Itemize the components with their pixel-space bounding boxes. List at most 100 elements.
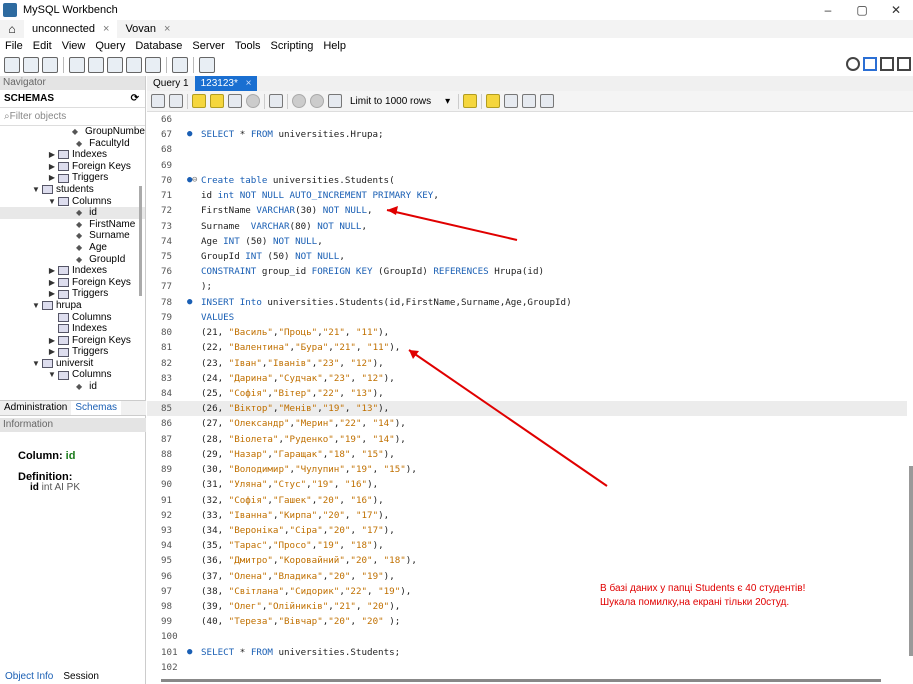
tab-close-icon[interactable]: × bbox=[103, 23, 109, 35]
tab-close-icon[interactable]: × bbox=[164, 23, 170, 35]
toggle-sidebar-icon[interactable] bbox=[863, 57, 877, 71]
expand-toggle-icon[interactable]: ▼ bbox=[48, 369, 56, 381]
tree-item[interactable]: ▶ Triggers bbox=[0, 172, 145, 184]
home-icon[interactable]: ⌂ bbox=[0, 20, 24, 38]
tree-item[interactable]: ▼ students bbox=[0, 184, 145, 196]
menu-view[interactable]: View bbox=[57, 40, 91, 52]
expand-toggle-icon[interactable]: ▼ bbox=[32, 300, 40, 312]
open-sql-file-icon[interactable] bbox=[23, 57, 39, 73]
tree-item[interactable]: ▼ hrupa bbox=[0, 300, 145, 312]
expand-toggle-icon[interactable]: ▶ bbox=[48, 161, 56, 173]
tab-schemas[interactable]: Schemas bbox=[71, 401, 122, 415]
tree-item[interactable]: ▶ Triggers bbox=[0, 288, 145, 300]
tree-item[interactable]: ▶ Indexes bbox=[0, 149, 145, 161]
tab-unconnected[interactable]: unconnected × bbox=[24, 20, 118, 38]
expand-toggle-icon[interactable]: ▶ bbox=[48, 172, 56, 184]
tree-item[interactable]: ▶ Foreign Keys bbox=[0, 335, 145, 347]
inspector-icon[interactable] bbox=[42, 57, 58, 73]
word-wrap-icon[interactable] bbox=[540, 94, 555, 108]
explain-icon[interactable] bbox=[228, 94, 242, 108]
beautify-icon[interactable] bbox=[486, 94, 501, 108]
tree-item[interactable]: ◆ FacultyId bbox=[0, 138, 145, 150]
expand-toggle-icon[interactable]: ▶ bbox=[48, 277, 56, 289]
stop-icon[interactable] bbox=[246, 94, 260, 108]
tree-item[interactable]: ▼ Columns bbox=[0, 196, 145, 208]
tree-item-label: GroupId bbox=[89, 253, 126, 265]
create-procedure-icon[interactable] bbox=[126, 57, 142, 73]
editor-horizontal-scrollbar[interactable] bbox=[161, 679, 881, 682]
create-view-icon[interactable] bbox=[107, 57, 123, 73]
tab-close-icon[interactable]: × bbox=[246, 78, 252, 89]
limit-rows-select[interactable]: Limit to 1000 rows ▾ bbox=[346, 96, 454, 107]
tree-item[interactable]: ◆ GroupNumbe bbox=[0, 126, 145, 138]
tab-vovan[interactable]: Vovan × bbox=[117, 20, 178, 38]
tab-object-info[interactable]: Object Info bbox=[0, 670, 58, 684]
new-sql-tab-icon[interactable] bbox=[4, 57, 20, 73]
tree-item[interactable]: ▼ universit bbox=[0, 358, 145, 370]
menu-scripting[interactable]: Scripting bbox=[266, 40, 319, 52]
search-table-data-icon[interactable] bbox=[172, 57, 188, 73]
open-file-icon[interactable] bbox=[151, 94, 165, 108]
autocommit-icon[interactable] bbox=[328, 94, 342, 108]
tree-item[interactable]: ▶ Foreign Keys bbox=[0, 277, 145, 289]
filter-objects-input[interactable]: ⌕ Filter objects bbox=[0, 108, 145, 126]
tree-item[interactable]: ▶ Indexes bbox=[0, 265, 145, 277]
create-table-icon[interactable] bbox=[88, 57, 104, 73]
add-snippet-icon[interactable] bbox=[463, 94, 478, 108]
tab-query-1[interactable]: Query 1 bbox=[147, 76, 195, 91]
tree-item[interactable]: ◆ Surname bbox=[0, 230, 145, 242]
create-schema-icon[interactable] bbox=[69, 57, 85, 73]
menu-query[interactable]: Query bbox=[90, 40, 130, 52]
commit-icon[interactable] bbox=[292, 94, 306, 108]
tree-item[interactable]: ◆ Age bbox=[0, 242, 145, 254]
find-icon[interactable] bbox=[504, 94, 519, 108]
editor-vertical-scrollbar[interactable] bbox=[909, 466, 913, 656]
tab-administration[interactable]: Administration bbox=[0, 401, 71, 415]
toggle-secondary-sidebar-icon[interactable] bbox=[897, 57, 911, 71]
tab-123123[interactable]: 123123* × bbox=[194, 76, 258, 91]
tree-item[interactable]: ▶ Foreign Keys bbox=[0, 161, 145, 173]
limit-label: Limit to 1000 rows bbox=[350, 95, 432, 107]
menu-database[interactable]: Database bbox=[130, 40, 187, 52]
menu-help[interactable]: Help bbox=[318, 40, 351, 52]
expand-toggle-icon[interactable]: ▶ bbox=[48, 265, 56, 277]
invisible-chars-icon[interactable] bbox=[522, 94, 537, 108]
tree-item[interactable]: Indexes bbox=[0, 323, 145, 335]
tree-item[interactable]: Columns bbox=[0, 312, 145, 324]
close-window-button[interactable]: ✕ bbox=[879, 0, 913, 20]
menu-edit[interactable]: Edit bbox=[28, 40, 57, 52]
menu-server[interactable]: Server bbox=[187, 40, 229, 52]
expand-toggle-icon[interactable]: ▼ bbox=[48, 196, 56, 208]
tree-item[interactable]: ◆ GroupId bbox=[0, 254, 145, 266]
reconnect-icon[interactable] bbox=[199, 57, 215, 73]
toggle-output-icon[interactable] bbox=[880, 57, 894, 71]
save-file-icon[interactable] bbox=[169, 94, 183, 108]
tree-item[interactable]: ◆ id bbox=[0, 207, 145, 219]
expand-toggle-icon[interactable]: ▶ bbox=[48, 346, 56, 358]
tree-item[interactable]: ◆ id bbox=[0, 381, 145, 391]
code-area[interactable]: 102 101 ● SELECT * FROM universities.Studen… bbox=[147, 112, 907, 684]
tab-label: unconnected bbox=[32, 23, 95, 35]
create-function-icon[interactable] bbox=[145, 57, 161, 73]
execute-icon[interactable] bbox=[192, 94, 206, 108]
expand-toggle-icon[interactable]: ▼ bbox=[32, 358, 40, 370]
expand-toggle-icon[interactable]: ▼ bbox=[32, 184, 40, 196]
settings-gear-icon[interactable] bbox=[846, 57, 860, 71]
tree-item[interactable]: ▼ Columns bbox=[0, 369, 145, 381]
menu-tools[interactable]: Tools bbox=[230, 40, 266, 52]
tree-item[interactable]: ▶ Triggers bbox=[0, 346, 145, 358]
minimize-button[interactable]: – bbox=[811, 0, 845, 20]
rollback-icon[interactable] bbox=[310, 94, 324, 108]
refresh-schemas-icon[interactable]: ⟳ bbox=[131, 93, 139, 104]
tree-item-label: FacultyId bbox=[89, 137, 130, 149]
tab-session[interactable]: Session bbox=[58, 670, 104, 684]
execute-current-icon[interactable] bbox=[210, 94, 224, 108]
expand-toggle-icon[interactable]: ▶ bbox=[48, 149, 56, 161]
menu-file[interactable]: File bbox=[0, 40, 28, 52]
maximize-button[interactable]: ▢ bbox=[845, 0, 879, 20]
expand-toggle-icon[interactable]: ▶ bbox=[48, 335, 56, 347]
expand-toggle-icon[interactable]: ▶ bbox=[48, 288, 56, 300]
toggle-continue-on-error-icon[interactable] bbox=[269, 94, 283, 108]
tree-scrollbar[interactable] bbox=[139, 186, 142, 296]
tree-item[interactable]: ◆ FirstName bbox=[0, 219, 145, 231]
